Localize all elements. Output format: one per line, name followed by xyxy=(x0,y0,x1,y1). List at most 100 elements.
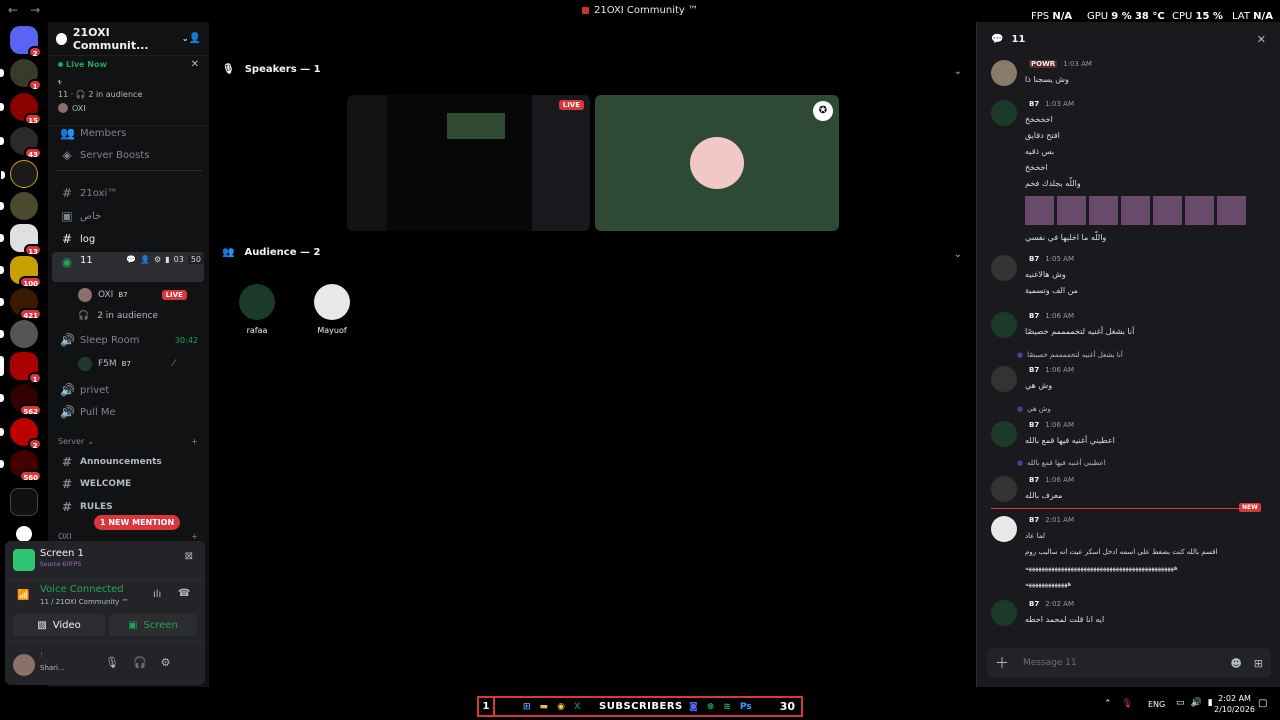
server-icon[interactable] xyxy=(0,192,38,220)
avatar[interactable] xyxy=(991,600,1017,626)
channel-server-boosts[interactable]: ◈ Server Boosts xyxy=(52,144,204,166)
emoji-icon[interactable]: ☻ xyxy=(1230,657,1241,670)
noise-suppression-icon[interactable]: ılı xyxy=(153,589,161,600)
battery-icon[interactable]: ▮ xyxy=(1208,698,1213,708)
server-icon[interactable]: 2 xyxy=(0,418,42,450)
reply-author[interactable]: ● xyxy=(1017,351,1023,359)
gear-icon[interactable]: ⚙ xyxy=(161,656,171,669)
speaker-tile[interactable]: ✪ xyxy=(595,95,839,231)
notifications-icon[interactable]: ▢ xyxy=(1258,698,1267,709)
server-icon[interactable]: 562 xyxy=(0,384,42,416)
reply-preview[interactable]: ● اعطيني أغنيه فيها قمع بالله xyxy=(1017,459,1106,467)
volume-icon[interactable]: 🔊 xyxy=(1191,698,1202,708)
live-now-card[interactable]: Live Now ✕ ﮩ 11 · 🎧 2 in audience OXI xyxy=(48,56,209,126)
video-button[interactable]: ▧ Video xyxy=(13,614,105,636)
audience-member[interactable]: rafaa xyxy=(232,284,282,335)
server-icon[interactable]: 15 xyxy=(0,93,42,125)
server-icon[interactable]: 43 xyxy=(0,127,42,159)
server-icon[interactable]: 1 xyxy=(0,352,42,384)
headphones-icon[interactable]: 🎧 xyxy=(133,656,147,669)
category-oxi[interactable]: OXI + xyxy=(58,532,198,541)
channel-sleep-room[interactable]: 🔊 Sleep Room 30:42 xyxy=(52,329,204,351)
avatar[interactable] xyxy=(991,366,1017,392)
spotify-icon[interactable]: ≋ xyxy=(723,702,731,712)
invite-icon[interactable]: 👤 xyxy=(140,255,150,264)
server-icon[interactable] xyxy=(16,526,32,542)
avatar[interactable] xyxy=(991,255,1017,281)
image-thumb[interactable] xyxy=(1153,196,1182,225)
server-folder-icon[interactable] xyxy=(10,488,38,516)
server-header[interactable]: 21OXI Communit... ⌄ 👤 xyxy=(48,22,209,56)
close-icon[interactable]: ✕ xyxy=(191,59,199,70)
screen-button[interactable]: ▣ Screen xyxy=(109,614,197,636)
chevron-down-icon[interactable]: ⌄ xyxy=(954,66,962,77)
add-member-icon[interactable]: 👤 xyxy=(189,33,201,44)
avatar[interactable] xyxy=(991,421,1017,447)
avatar[interactable] xyxy=(991,60,1017,86)
voice-status[interactable]: Voice Connected xyxy=(40,584,124,595)
plus-icon[interactable]: ＋ xyxy=(995,653,1009,673)
chat-icon[interactable]: 💬 xyxy=(126,255,136,264)
image-thumb[interactable] xyxy=(1057,196,1086,225)
message-input[interactable]: ＋ Message 11 ☻ ⊞ xyxy=(987,648,1271,678)
image-thumb[interactable] xyxy=(1217,196,1246,225)
server-icon[interactable]: 100 xyxy=(0,256,42,288)
image-thumb[interactable] xyxy=(1025,196,1054,225)
server-icon[interactable]: 2 xyxy=(10,26,42,58)
voice-user-f5m[interactable]: F5M B7 ⁄ xyxy=(78,357,174,371)
reply-author[interactable]: ● xyxy=(1017,459,1023,467)
channel-private[interactable]: ▣ خاص xyxy=(52,205,204,227)
avatar[interactable] xyxy=(13,654,35,676)
category-server[interactable]: Server ⌄ + xyxy=(58,437,198,446)
channel-welcome[interactable]: # WELCOME xyxy=(52,473,204,495)
microphone-icon[interactable]: 🎙 xyxy=(105,656,119,669)
reply-preview[interactable]: ● أنا بشغل أغنيه لتخممممم خصيصًا xyxy=(1017,351,1123,359)
chrome-icon[interactable]: ◉ xyxy=(557,702,565,712)
chevron-down-icon[interactable]: ⌄ xyxy=(954,249,962,260)
reply-preview[interactable]: ● وش هي xyxy=(1017,405,1051,413)
image-thumb[interactable] xyxy=(1185,196,1214,225)
server-icon[interactable]: 1 xyxy=(0,59,42,91)
microphone-icon[interactable]: 🎙 xyxy=(1122,699,1133,709)
audience-member[interactable]: Mayuof xyxy=(307,284,357,335)
channel-21oxi[interactable]: #21oxi™ xyxy=(52,182,204,204)
channel-pull-me[interactable]: 🔊 Pull Me xyxy=(52,401,204,423)
stream-tile[interactable]: LIVE xyxy=(347,95,590,231)
language-indicator[interactable]: ENG xyxy=(1148,700,1165,709)
excel-icon[interactable]: X xyxy=(574,702,581,712)
disconnect-icon[interactable]: ☎ xyxy=(178,588,190,599)
server-icon[interactable]: 560 xyxy=(0,450,42,482)
image-strip[interactable] xyxy=(1025,196,1246,225)
chevron-up-icon[interactable]: ⌃ xyxy=(1104,699,1112,709)
avatar[interactable] xyxy=(991,476,1017,502)
close-icon[interactable]: ✕ xyxy=(1257,33,1266,46)
add-channel-icon[interactable]: + xyxy=(191,532,198,541)
stop-stream-icon[interactable]: ⊠ xyxy=(185,551,193,562)
folder-icon[interactable]: ▬ xyxy=(540,702,549,712)
add-channel-icon[interactable]: + xyxy=(191,437,198,446)
channel-members[interactable]: 👥 Members xyxy=(52,122,204,144)
apps-icon[interactable]: ⊞ xyxy=(1254,657,1263,670)
avatar[interactable] xyxy=(991,516,1017,542)
image-thumb[interactable] xyxy=(1089,196,1118,225)
clock[interactable]: 2:02 AM 2/10/2026 xyxy=(1214,693,1255,715)
channel-announcements[interactable]: # Announcements xyxy=(52,451,204,473)
new-mention-pill[interactable]: 1 NEW MENTION xyxy=(94,515,181,530)
reply-author[interactable]: ● xyxy=(1017,405,1023,413)
speakers-header[interactable]: 🎙 Speakers — 1 xyxy=(222,64,321,75)
server-icon[interactable]: 421 xyxy=(0,288,42,320)
server-icon[interactable] xyxy=(1,160,38,188)
network-icon[interactable]: ▭ xyxy=(1176,698,1185,708)
image-thumb[interactable] xyxy=(1121,196,1150,225)
avatar[interactable] xyxy=(991,312,1017,338)
voice-user-oxi[interactable]: OXI B7 LIVE xyxy=(78,288,187,302)
audience-header[interactable]: 👥 Audience — 2 xyxy=(222,247,320,258)
channel-stage-11[interactable]: ◉ 11 💬 👤 ⚙ ▮ 03 50 xyxy=(52,252,204,282)
gear-icon[interactable]: ⚙ xyxy=(154,255,161,264)
windows-icon[interactable]: ⊞ xyxy=(523,702,531,712)
avatar[interactable] xyxy=(991,100,1017,126)
xbox-icon[interactable]: ⊗ xyxy=(707,702,715,712)
photoshop-icon[interactable]: Ps xyxy=(740,702,752,712)
channel-privet[interactable]: 🔊 privet xyxy=(52,379,204,401)
server-icon[interactable]: 13 xyxy=(0,224,42,256)
